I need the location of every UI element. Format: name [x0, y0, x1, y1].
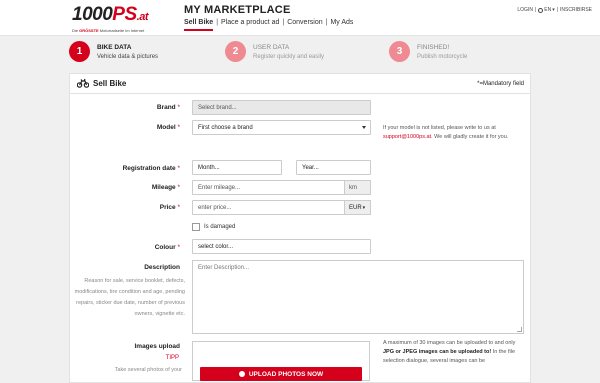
- description-label: Description: [144, 264, 180, 271]
- logo-tagline: Die GRÖSSTE Motorradseite im Internet: [72, 28, 145, 33]
- step-finished: 3 FINISHED! Publish motorcycle: [389, 41, 467, 62]
- images-hint: A maximum of 30 images can be uploaded t…: [383, 340, 516, 364]
- site-logo[interactable]: 1000PS.at Die GRÖSSTE Motorradseite im I…: [72, 4, 152, 33]
- main-nav: Sell Bike | Place a product ad | Convers…: [184, 19, 353, 31]
- step-bike-data: 1 BIKE DATA Vehicle data & pictures: [69, 41, 158, 62]
- separator: |: [556, 7, 559, 13]
- price-input[interactable]: enter price...: [192, 200, 345, 215]
- mileage-input[interactable]: Enter mileage...: [192, 180, 345, 195]
- top-header: 1000PS.at Die GRÖSSTE Motorradseite im I…: [0, 0, 600, 36]
- tip-label: TIPP: [165, 355, 179, 361]
- progress-steps: 1 BIKE DATA Vehicle data & pictures 2 US…: [0, 36, 600, 72]
- month-select[interactable]: Month...: [192, 160, 282, 175]
- brand-label: Brand *: [156, 104, 180, 111]
- damaged-checkbox[interactable]: [192, 223, 200, 231]
- description-textarea[interactable]: Enter Description...: [192, 260, 524, 334]
- price-label: Price *: [159, 204, 180, 211]
- step-user-data: 2 USER DATA Register quickly and easily: [225, 41, 324, 62]
- nav-item-my-ads[interactable]: My Ads: [330, 19, 353, 31]
- nav-separator: |: [325, 19, 328, 26]
- motorcycle-icon: [77, 78, 89, 88]
- description-help: Reason for sale, service booklet, defect…: [74, 278, 185, 317]
- currency-select[interactable]: EUR ▾: [344, 200, 371, 215]
- support-email-link[interactable]: support@1000ps.at: [383, 134, 431, 140]
- step-title: BIKE DATA: [97, 43, 132, 51]
- resize-handle[interactable]: [517, 327, 522, 332]
- step-subtitle: Register quickly and easily: [253, 53, 325, 60]
- nav-item-sell-bike[interactable]: Sell Bike: [184, 19, 214, 31]
- mandatory-note: *=Mandatory field: [477, 81, 524, 87]
- nav-separator: |: [216, 19, 219, 26]
- step-subtitle: Vehicle data & pictures: [97, 53, 159, 60]
- step-title: FINISHED!: [417, 43, 450, 51]
- chevron-down-icon: [362, 126, 366, 129]
- model-hint: If your model is not listed, please writ…: [383, 125, 509, 140]
- panel-title: Sell Bike: [93, 79, 127, 88]
- step-title: USER DATA: [253, 43, 290, 51]
- register-link[interactable]: INSCRIBIRSE: [560, 7, 592, 13]
- step-number: 1: [69, 41, 90, 62]
- mileage-label: Mileage *: [151, 184, 180, 191]
- step-subtitle: Publish motorcycle: [417, 53, 468, 60]
- colour-select[interactable]: select color...: [192, 239, 371, 254]
- separator: |: [534, 7, 537, 13]
- globe-icon: [538, 7, 544, 13]
- step-number: 2: [225, 41, 246, 62]
- panel-header: Sell Bike *=Mandatory field: [70, 74, 530, 94]
- damaged-label: Is damaged: [204, 224, 236, 230]
- upload-icon: [238, 371, 245, 377]
- images-upload-label: Images upload: [134, 343, 180, 350]
- nav-item-conversion[interactable]: Conversion: [287, 19, 322, 31]
- step-number: 3: [389, 41, 410, 62]
- year-select[interactable]: Year...: [296, 160, 371, 175]
- registration-date-label: Registration date *: [122, 165, 180, 172]
- upload-photos-button[interactable]: UPLOAD PHOTOS NOW: [200, 367, 362, 381]
- mileage-unit: km: [344, 180, 371, 195]
- nav-item-place-product-ad[interactable]: Place a product ad: [221, 19, 279, 31]
- model-select[interactable]: First choose a brand: [192, 120, 371, 135]
- page-title: MY MARKETPLACE: [184, 4, 291, 16]
- language-selector[interactable]: EN: [544, 7, 551, 13]
- tip-text: Take several photos of your: [114, 367, 182, 373]
- model-label: Model *: [156, 124, 180, 131]
- nav-separator: |: [282, 19, 285, 26]
- brand-select[interactable]: Select brand...: [192, 100, 371, 115]
- chevron-down-icon: ▾: [552, 7, 555, 13]
- chevron-down-icon: ▾: [362, 204, 366, 211]
- account-links: LOGIN | EN ▾ | INSCRIBIRSE: [517, 7, 592, 13]
- logo-wordmark: 1000PS.at: [72, 4, 149, 25]
- colour-label: Colour *: [154, 244, 180, 251]
- login-link[interactable]: LOGIN: [517, 7, 533, 13]
